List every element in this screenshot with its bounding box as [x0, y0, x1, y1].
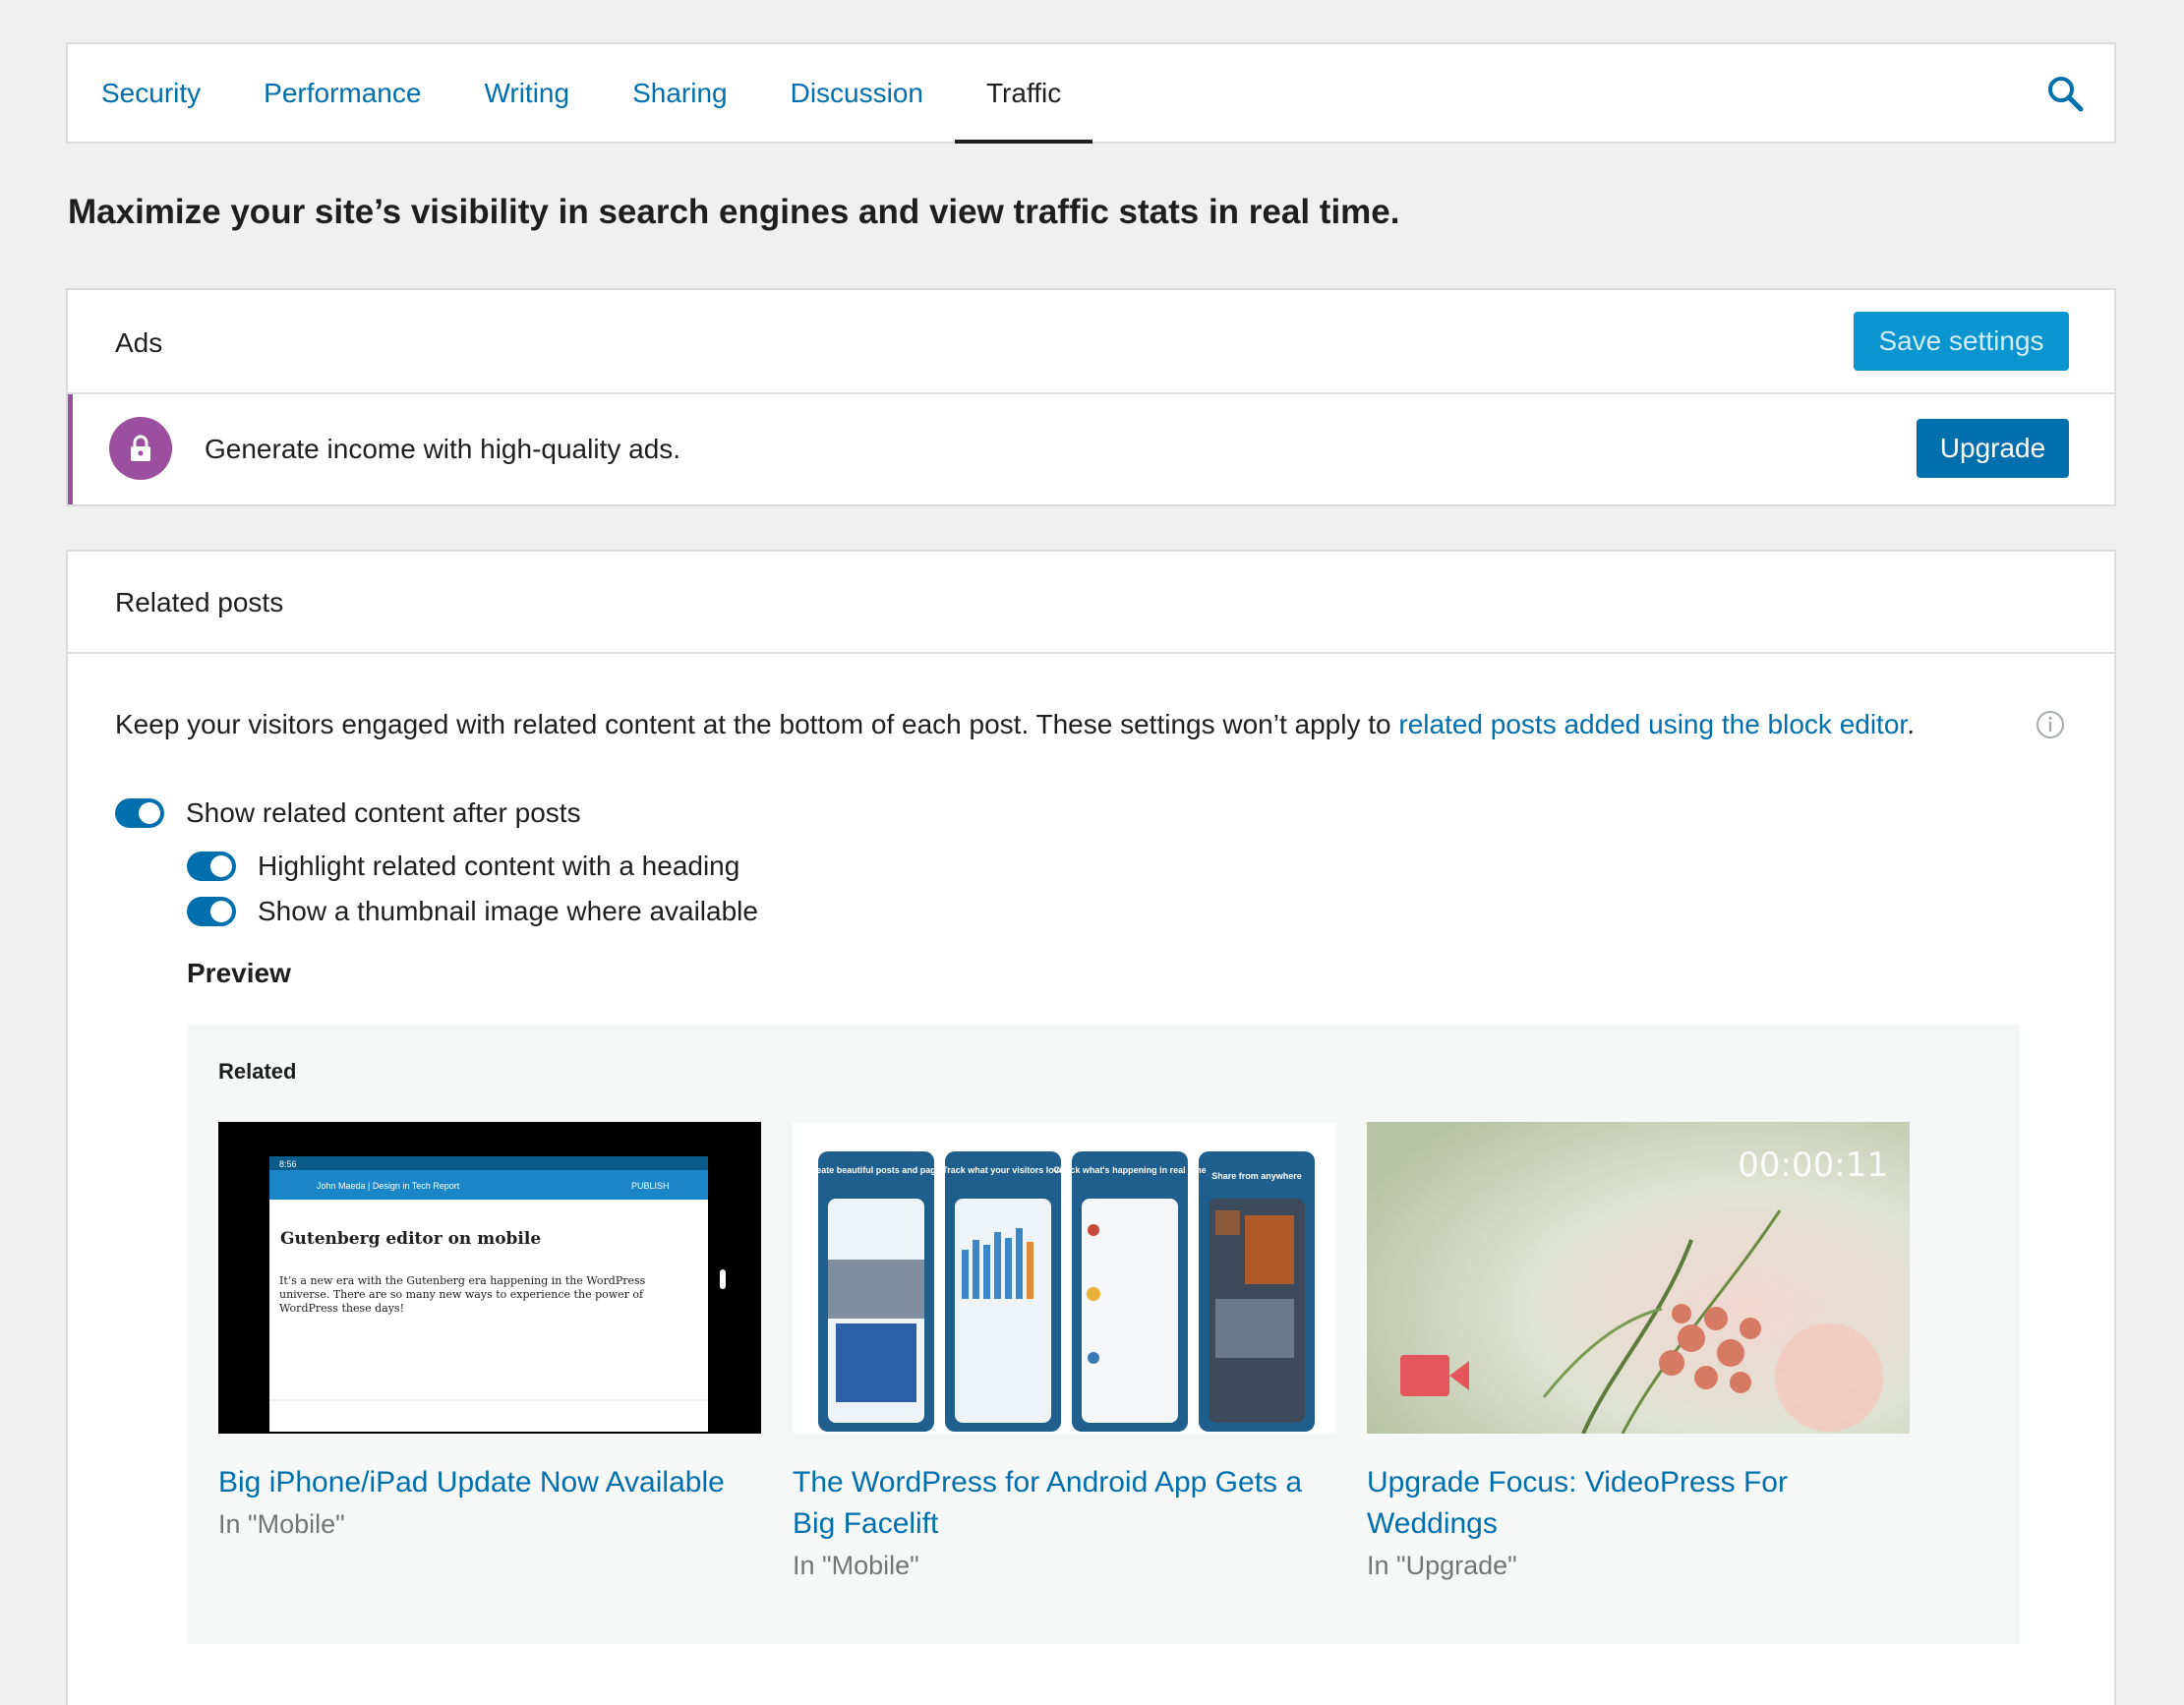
related-post-link[interactable]: The WordPress for Android App Gets a Big…: [793, 1466, 1302, 1540]
tab-label: Performance: [264, 77, 422, 108]
screen-caption: Share from anywhere: [1211, 1171, 1302, 1181]
section-nav: Security Performance Writing Sharing Dis…: [66, 42, 2116, 144]
related-posts-description: Keep your visitors engaged with related …: [115, 709, 1915, 740]
related-post-1: 8:56 John Maeda | Design in Tech Report …: [218, 1122, 761, 1545]
related-posts-title: Related posts: [115, 587, 284, 617]
tab-label: Traffic: [985, 77, 1062, 108]
doc-title: Gutenberg editor on mobile: [280, 1229, 541, 1249]
phone-screen-1: [818, 1151, 934, 1432]
tab-label: Writing: [484, 77, 570, 108]
doc-text: It’s a new era with the Gutenberg era ha…: [279, 1274, 646, 1315]
description-text: Keep your visitors engaged with related …: [115, 709, 1399, 739]
description-suffix: .: [1907, 709, 1915, 739]
related-heading: Related: [218, 1059, 297, 1084]
lock-badge: [109, 417, 172, 480]
video-timecode: 00:00:11: [1738, 1146, 1888, 1185]
tab-sharing[interactable]: Sharing: [632, 44, 728, 142]
post-thumbnail-bouquet[interactable]: 00:00:11: [1367, 1122, 1910, 1435]
related-posts-card: Related posts Keep your visitors engaged…: [66, 550, 2116, 1705]
tab-label: Sharing: [632, 77, 728, 108]
phone-screen-4: [1199, 1151, 1315, 1432]
phone-screen-3: [1072, 1151, 1188, 1432]
page-intro: Maximize your site’s visibility in searc…: [68, 193, 1400, 231]
tab-performance[interactable]: Performance: [264, 44, 421, 142]
related-post-2: Create beautiful posts and pages Track w…: [793, 1122, 1335, 1586]
related-post-3: 00:00:11 Upgrade Focus: VideoPress For W…: [1367, 1122, 1910, 1586]
related-post-category: In "Mobile": [218, 1509, 345, 1539]
ads-upsell-banner: Generate income with high-quality ads. U…: [68, 394, 2114, 504]
post-thumbnail-tablet[interactable]: 8:56 John Maeda | Design in Tech Report …: [218, 1122, 761, 1434]
upsell-text: Generate income with high-quality ads.: [205, 434, 681, 464]
related-post-link[interactable]: Big iPhone/iPad Update Now Available: [218, 1466, 725, 1499]
search-icon[interactable]: [2045, 74, 2085, 113]
block-editor-link[interactable]: related posts added using the block edit…: [1398, 709, 1907, 739]
related-post-link[interactable]: Upgrade Focus: VideoPress For Weddings: [1367, 1466, 1788, 1540]
ads-title: Ads: [115, 327, 163, 358]
screen-caption: Track what your visitors love: [942, 1165, 1064, 1175]
tab-writing[interactable]: Writing: [484, 44, 569, 142]
status-time: 8:56: [279, 1159, 297, 1169]
related-preview: Related 8:56 John Maeda | Design in Tech…: [187, 1025, 2020, 1644]
related-post-title[interactable]: Big iPhone/iPad Update Now Available: [218, 1462, 761, 1503]
doc-bar-label: John Maeda | Design in Tech Report: [317, 1181, 460, 1191]
ads-header: Ads Save settings: [68, 290, 2114, 394]
tab-label: Discussion: [790, 77, 923, 108]
save-settings-button[interactable]: Save settings: [1854, 312, 2069, 371]
toggle-knob: [139, 802, 160, 824]
toggle-row-highlight-heading: Highlight related content with a heading: [187, 851, 739, 882]
related-post-category: In "Upgrade": [1367, 1551, 1517, 1580]
toggle-label: Show a thumbnail image where available: [258, 896, 758, 926]
tab-bar: Security Performance Writing Sharing Dis…: [68, 44, 2114, 144]
related-post-title[interactable]: The WordPress for Android App Gets a Big…: [793, 1462, 1335, 1545]
toggle-knob: [210, 855, 232, 877]
toggle-row-show-related: Show related content after posts: [115, 797, 581, 829]
ads-card: Ads Save settings Generate income with h…: [66, 288, 2116, 506]
upgrade-button[interactable]: Upgrade: [1917, 419, 2069, 478]
screen-caption: Check what's happening in real time: [1053, 1165, 1206, 1175]
related-post-category: In "Mobile": [793, 1551, 919, 1580]
tab-discussion[interactable]: Discussion: [791, 44, 923, 142]
toggle-knob: [210, 901, 232, 922]
tab-traffic[interactable]: Traffic: [954, 44, 1093, 144]
toggle-label: Highlight related content with a heading: [258, 851, 740, 881]
related-post-title[interactable]: Upgrade Focus: VideoPress For Weddings: [1367, 1462, 1910, 1545]
show-thumbnail-toggle[interactable]: [187, 897, 236, 926]
toggle-row-show-thumbnail: Show a thumbnail image where available: [187, 896, 758, 927]
highlight-heading-toggle[interactable]: [187, 852, 236, 881]
lock-icon: [131, 435, 150, 461]
phone-screen-2: [945, 1151, 1061, 1432]
toggle-label: Show related content after posts: [186, 797, 581, 828]
publish-label: PUBLISH: [631, 1181, 670, 1191]
screen-caption: Create beautiful posts and pages: [806, 1165, 946, 1175]
preview-label: Preview: [187, 958, 291, 988]
related-posts-header: Related posts: [68, 552, 2114, 654]
post-thumbnail-app-screens[interactable]: Create beautiful posts and pages Track w…: [793, 1122, 1335, 1434]
tab-label: Security: [101, 77, 202, 108]
tab-security[interactable]: Security: [101, 44, 201, 142]
show-related-toggle[interactable]: [115, 798, 164, 828]
info-icon[interactable]: [2035, 709, 2066, 740]
